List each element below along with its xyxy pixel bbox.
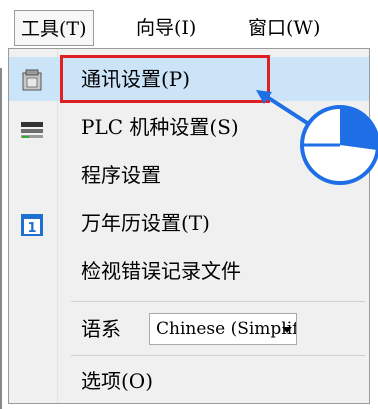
mouse-pointer-slice <box>340 107 378 150</box>
click-pointer-annotation <box>256 90 378 185</box>
